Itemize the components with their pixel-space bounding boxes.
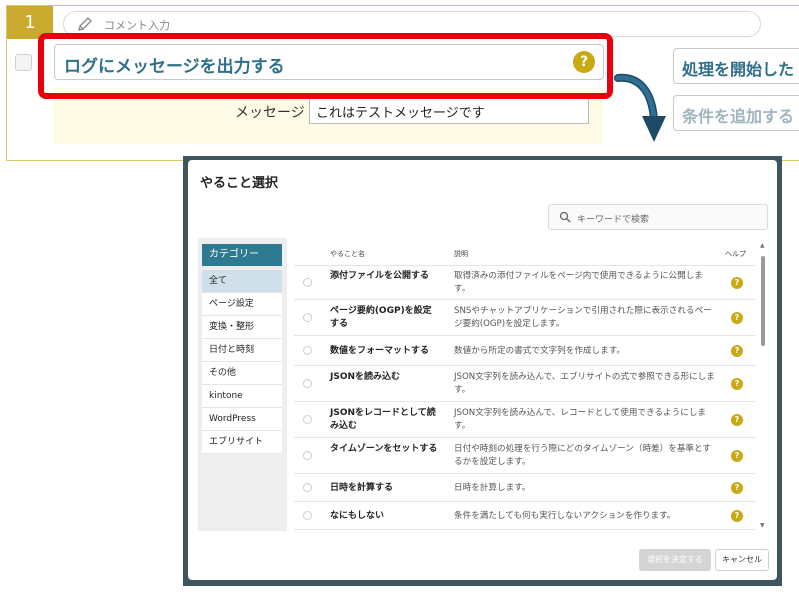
curved-arrow-icon xyxy=(614,73,666,142)
action-row[interactable]: JSONをレコードとして読み込む JSON文字列を読み込んで、レコードとして使用で… xyxy=(294,402,756,438)
action-row[interactable]: 添付ファイルを公開する 取得済みの添付ファイルをページ内で使用できるように公開しま… xyxy=(294,266,756,300)
list-header: やること名 説明 ヘルプ xyxy=(294,238,756,266)
scrollbar-thumb[interactable] xyxy=(761,256,765,346)
row-radio[interactable] xyxy=(303,483,312,492)
category-item[interactable]: その他 xyxy=(202,362,282,385)
search-input[interactable]: キーワードで検索 xyxy=(548,204,768,230)
row-description: 日付や時刻の処理を行う際にどのタイムゾーン（時差）を基準とするかを設定します。 xyxy=(454,444,711,467)
category-header: カテゴリー xyxy=(202,244,282,266)
action-row[interactable]: 日時を計算する 日時を計算します。? xyxy=(294,474,756,502)
row-description: 日時を計算します。 xyxy=(454,482,531,493)
action-row[interactable]: タイムゾーンをセットする 日付や時刻の処理を行う際にどのタイムゾーン（時差）を基準… xyxy=(294,438,756,474)
category-item[interactable]: kintone xyxy=(202,385,282,408)
row-description: JSON文字列を読み込んで、エブリサイトの式で参照できる形にします。 xyxy=(454,372,715,395)
search-icon xyxy=(559,211,571,223)
modal-title: やること選択 xyxy=(200,176,279,191)
comment-input[interactable]: コメント入力 xyxy=(63,11,761,37)
step-number: 1 xyxy=(7,6,53,39)
row-radio[interactable] xyxy=(303,511,312,520)
action-row[interactable]: JSONを読み込む JSON文字列を読み込んで、エブリサイトの式で参照できる形にし… xyxy=(294,366,756,402)
row-name: JSONを読み込む xyxy=(330,372,401,382)
category-item[interactable]: ページ設定 xyxy=(202,293,282,316)
scroll-up-icon[interactable]: ▲ xyxy=(760,242,765,249)
column-desc: 説明 xyxy=(454,250,468,258)
comment-placeholder: コメント入力 xyxy=(104,19,170,32)
row-name: ページ要約(OGP)を設定する xyxy=(330,306,432,329)
help-icon[interactable]: ? xyxy=(731,378,743,390)
step-checkbox[interactable] xyxy=(15,54,32,71)
row-radio[interactable] xyxy=(303,415,312,424)
category-panel: カテゴリー 全て ページ設定 変換・整形 日付と時刻 その他 kintone WordPre… xyxy=(198,238,287,531)
action-list: やること名 説明 ヘルプ 添付ファイルを公開する 取得済みの添付ファイルをページ内… xyxy=(294,238,756,531)
row-radio[interactable] xyxy=(303,313,312,322)
help-icon[interactable]: ? xyxy=(573,51,595,73)
action-row[interactable]: ページ要約(OGP)を設定する SNSやチャットアプリケーションで引用された際に表… xyxy=(294,300,756,336)
scroll-down-icon[interactable]: ▼ xyxy=(760,522,765,529)
help-icon[interactable]: ? xyxy=(731,345,743,357)
category-item[interactable]: 変換・整形 xyxy=(202,316,282,339)
row-description: 条件を満たしても何も実行しないアクションを作ります。 xyxy=(454,510,676,521)
row-radio[interactable] xyxy=(303,451,312,460)
row-description: JSON文字列を読み込んで、レコードとして使用できるようにします。 xyxy=(454,408,707,431)
help-icon[interactable]: ? xyxy=(731,482,743,494)
search-placeholder: キーワードで検索 xyxy=(577,215,650,225)
row-description: SNSやチャットアプリケーションで引用された際に表示されるページ要約(OGP)を… xyxy=(454,306,712,329)
confirm-selection-button[interactable]: 選択を決定する xyxy=(639,549,711,571)
category-item[interactable]: 全て xyxy=(202,270,282,293)
row-name: 数値をフォーマットする xyxy=(330,345,430,356)
pencil-icon xyxy=(78,17,92,31)
message-label: メッセージ xyxy=(235,105,305,121)
step-card: 1 コメント入力 ログにメッセージを出力する ? メッセージ これはテストメッセ… xyxy=(6,5,799,161)
row-radio[interactable] xyxy=(303,278,312,287)
message-area: メッセージ これはテストメッセージです xyxy=(53,88,603,144)
row-name: JSONをレコードとして読み込む xyxy=(330,408,436,431)
help-icon[interactable]: ? xyxy=(731,414,743,426)
action-select-modal: やること選択 キーワードで検索 カテゴリー 全て ページ設定 変換・整形 日付と時刻そ… xyxy=(188,160,777,580)
category-list: 全て ページ設定 変換・整形 日付と時刻 その他 kintone WordPress エブリサ… xyxy=(202,270,282,454)
row-radio[interactable] xyxy=(303,346,312,355)
category-item[interactable]: エブリサイト xyxy=(202,431,282,454)
category-item[interactable]: WordPress xyxy=(202,408,282,431)
row-description: 取得済みの添付ファイルをページ内で使用できるように公開します。 xyxy=(454,271,703,294)
category-item[interactable]: 日付と時刻 xyxy=(202,339,282,362)
help-icon[interactable]: ? xyxy=(731,450,743,462)
row-description: 数値から所定の書式で文字列を作成します。 xyxy=(454,345,626,356)
row-name: タイムゾーンをセットする xyxy=(330,444,438,454)
action-rows: 添付ファイルを公開する 取得済みの添付ファイルをページ内で使用できるように公開しま… xyxy=(294,266,756,530)
action-row[interactable]: なにもしない 条件を満たしても何も実行しないアクションを作ります。? xyxy=(294,502,756,530)
row-name: 日時を計算する xyxy=(330,482,394,493)
row-name: なにもしない xyxy=(330,510,385,521)
cancel-button[interactable]: キャンセル xyxy=(715,549,769,571)
column-name: やること名 xyxy=(330,250,365,258)
action-label: ログにメッセージを出力する xyxy=(64,57,285,77)
row-radio[interactable] xyxy=(303,379,312,388)
action-select[interactable]: ログにメッセージを出力する ? xyxy=(54,44,604,80)
column-help: ヘルプ xyxy=(725,250,746,258)
help-icon[interactable]: ? xyxy=(731,312,743,324)
add-condition-button[interactable]: 条件を追加する xyxy=(673,95,799,131)
list-scrollbar[interactable]: ▲ ▼ xyxy=(758,242,768,530)
help-icon[interactable]: ? xyxy=(731,277,743,289)
message-input[interactable]: これはテストメッセージです xyxy=(309,96,589,124)
message-value: これはテストメッセージです xyxy=(316,106,485,121)
start-process-button[interactable]: 処理を開始した xyxy=(673,48,799,84)
help-icon[interactable]: ? xyxy=(731,510,743,522)
row-name: 添付ファイルを公開する xyxy=(330,271,430,281)
action-row[interactable]: 数値をフォーマットする 数値から所定の書式で文字列を作成します。? xyxy=(294,336,756,366)
